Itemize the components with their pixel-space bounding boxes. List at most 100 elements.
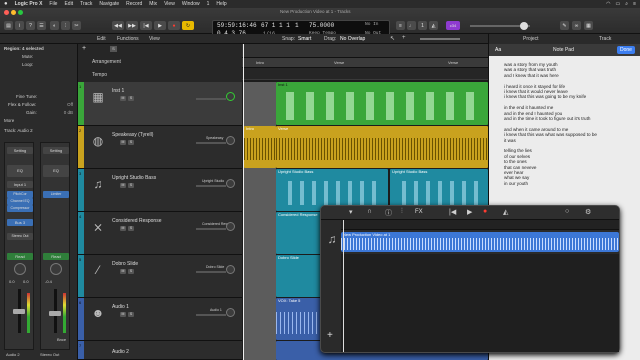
mute-button[interactable]: M <box>120 183 126 188</box>
overlay-playhead[interactable] <box>343 220 344 352</box>
strip-a-eq[interactable]: EQ <box>7 165 33 177</box>
rewind-button[interactable]: ◀◀ <box>112 21 124 30</box>
menu-record[interactable]: Record <box>126 1 142 7</box>
go-to-start-button[interactable]: |◀ <box>140 21 152 30</box>
strip-b-plugin-1[interactable]: Limiter <box>43 191 69 198</box>
flex-follow-value[interactable]: Off <box>67 102 73 107</box>
mixer-button[interactable]: ⫶ <box>61 21 70 30</box>
volume-slider[interactable] <box>196 314 226 316</box>
track-header-3[interactable]: 3 ♫ Upright Studio Bass M S Upright Stud… <box>78 169 242 212</box>
track-header[interactable]: Track: Audio 2 <box>4 128 33 133</box>
overlay-empty-lane[interactable] <box>341 254 619 352</box>
fx-button[interactable]: FX <box>415 209 423 215</box>
strip-b-fader-cap[interactable] <box>49 311 61 316</box>
solo-button[interactable]: S <box>128 96 134 101</box>
cpu-badge[interactable]: c34 <box>446 21 460 30</box>
volume-slider[interactable] <box>196 228 226 230</box>
solo-button[interactable]: S <box>128 269 134 274</box>
settings-icon[interactable]: ⚙ <box>585 208 591 216</box>
track-header-2[interactable]: 2 ◍ Speakeasy (Tyrell) M S Speakeasy <box>78 126 242 169</box>
strip-a-output[interactable]: Stereo Out <box>7 233 33 240</box>
tab-project[interactable]: Project <box>523 36 539 42</box>
add-track-button[interactable]: + <box>82 45 90 53</box>
toolbar-button[interactable]: ☰ <box>37 21 46 30</box>
smart-controls-button[interactable]: ◐ <box>50 21 59 30</box>
menu-help[interactable]: Help <box>216 1 226 7</box>
cycle-button[interactable]: ↻ <box>182 21 194 30</box>
strip-a-pan-knob[interactable] <box>14 263 26 275</box>
window-minimize-button[interactable] <box>11 10 16 15</box>
audio-region-intro[interactable]: Intro <box>244 126 276 168</box>
window-zoom-button[interactable] <box>18 10 23 15</box>
playhead[interactable] <box>243 44 244 360</box>
help-button[interactable]: ? <box>26 21 35 30</box>
drag-select[interactable]: No Overlap <box>340 36 365 42</box>
mute-button[interactable]: M <box>120 96 126 101</box>
solo-button[interactable]: S <box>128 312 134 317</box>
pan-knob[interactable] <box>226 222 235 231</box>
midi-region-inst1[interactable]: Inst 1 <box>276 82 488 125</box>
mute-button[interactable]: M <box>120 140 126 145</box>
search-icon[interactable]: ⌕ <box>625 1 628 7</box>
bar-ruler[interactable] <box>242 44 488 58</box>
font-button[interactable]: Aa <box>495 47 501 53</box>
gain-value[interactable]: 0 dB <box>64 110 73 115</box>
wifi-icon[interactable]: ◠ <box>606 1 610 7</box>
battery-icon[interactable]: ▭ <box>616 1 621 7</box>
track-header-4[interactable]: 4 ⨯ Considered Response M S Considered R… <box>78 212 242 255</box>
track-name[interactable]: Considered Response <box>112 218 161 224</box>
play-button[interactable]: ▶ <box>154 21 166 30</box>
strip-a-setting[interactable]: Setting <box>7 147 33 154</box>
strip-a-plugin-2[interactable]: Channel EQ <box>7 198 33 205</box>
marker-verse-2[interactable]: Verse <box>448 60 458 65</box>
strip-a-bus[interactable]: Bus 3 <box>7 219 33 226</box>
apple-menu-icon[interactable]: ● <box>4 1 8 7</box>
audio-region-verse[interactable]: Verse <box>276 126 488 168</box>
view-menu[interactable]: View <box>149 36 160 42</box>
track-name[interactable]: Audio 1 <box>112 304 129 310</box>
list-editors-button[interactable]: ≡ <box>396 21 405 30</box>
mute-button[interactable]: M <box>120 269 126 274</box>
record-button[interactable]: ● <box>168 21 180 30</box>
pointer-tool-icon[interactable]: ↖ <box>390 35 395 42</box>
strip-a-fader-cap[interactable] <box>13 309 25 314</box>
region-header[interactable]: Region: 4 selected <box>4 46 44 51</box>
track-header-6[interactable]: 6 ☻ Audio 1 M S Audio 1 <box>78 298 242 341</box>
headphones-icon[interactable]: ∩ <box>367 208 372 215</box>
volume-slider[interactable] <box>196 142 226 144</box>
info-button[interactable]: i <box>15 21 24 30</box>
loop-icon[interactable]: ○ <box>565 208 569 215</box>
solo-all-button[interactable]: S <box>110 46 117 52</box>
window-close-button[interactable] <box>4 10 9 15</box>
more-toggle[interactable]: More <box>4 118 14 123</box>
edit-menu[interactable]: Edit <box>97 36 106 42</box>
count-in-button[interactable]: 1 <box>418 21 427 30</box>
pan-knob[interactable] <box>226 308 235 317</box>
volume-slider[interactable] <box>196 98 226 100</box>
marker-verse-1[interactable]: Verse <box>334 60 344 65</box>
strip-a-plugin-1[interactable]: PitchCor <box>7 191 33 198</box>
strip-b-mode[interactable]: Read <box>43 253 69 260</box>
play-icon[interactable]: ▶ <box>467 208 472 216</box>
zoom-slider[interactable] <box>420 38 460 40</box>
solo-button[interactable]: S <box>128 226 134 231</box>
mute-button[interactable]: M <box>120 226 126 231</box>
menu-navigate[interactable]: Navigate <box>99 1 119 7</box>
track-name[interactable]: Speakeasy (Tyrell) <box>112 132 153 138</box>
editors-button[interactable]: ✂ <box>72 21 81 30</box>
strip-b-bnce[interactable]: Bnce <box>57 337 66 342</box>
info-icon[interactable]: ⓘ <box>385 208 392 218</box>
pan-knob[interactable] <box>226 179 235 188</box>
menu-app-name[interactable]: Logic Pro X <box>15 1 43 7</box>
track-name[interactable]: Upright Studio Bass <box>112 175 156 181</box>
overlay-audio-region[interactable]: New Production Video at 1 <box>341 232 619 252</box>
track-header-1[interactable]: 1 ▦ Inst 1 M S <box>78 82 242 126</box>
metronome-icon[interactable]: ◭ <box>503 208 508 216</box>
functions-menu[interactable]: Functions <box>117 36 139 42</box>
menu-edit[interactable]: Edit <box>64 1 73 7</box>
volume-slider[interactable] <box>196 185 226 187</box>
record-icon[interactable]: ● <box>483 208 487 215</box>
list-icon[interactable]: ≡ <box>633 1 636 7</box>
marker-ruler[interactable]: Intro Verse Verse <box>242 58 488 68</box>
strip-a-mode[interactable]: Read <box>7 253 33 260</box>
